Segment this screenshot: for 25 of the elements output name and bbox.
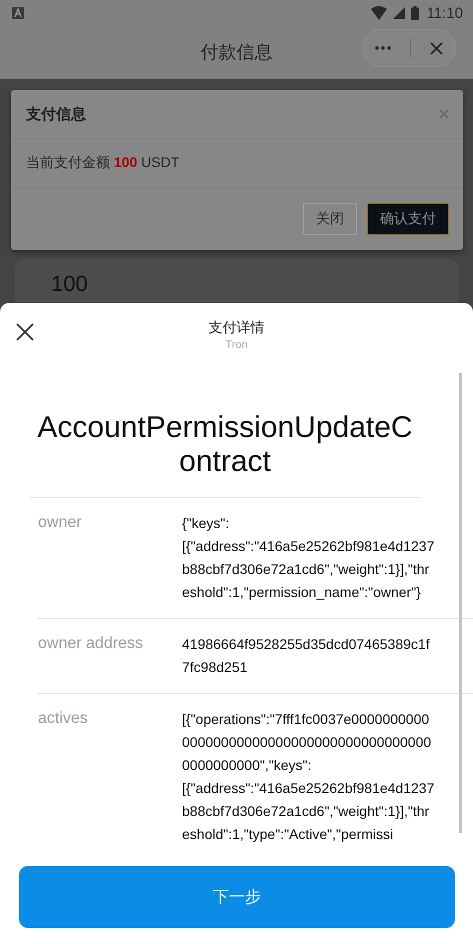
signal-icon	[392, 7, 405, 19]
sheet-title: 支付详情	[208, 319, 264, 337]
notification-icon	[12, 7, 24, 19]
network-label: Tron	[225, 339, 248, 351]
cancel-button[interactable]: 关闭	[303, 203, 357, 235]
close-icon	[430, 42, 444, 54]
scrollbar[interactable]	[459, 373, 462, 833]
confirm-button[interactable]: 确认支付	[367, 203, 449, 235]
close-button[interactable]	[14, 321, 36, 343]
field-label: owner	[38, 513, 83, 533]
field-value: 41986664f9528255d35dcd07465389c1f7fc98d251	[182, 635, 431, 677]
dialog-title: 支付信息	[26, 104, 86, 124]
field-value: {"keys":[{"address":"416a5e25262bf981e4d1237b88cbf7d306e72a1cd6","weight":1}],"threshold":1,"permission_name":"owner"}	[182, 514, 435, 602]
more-icon	[374, 46, 391, 50]
status-time: 11:10	[426, 4, 463, 22]
wifi-icon	[370, 6, 387, 20]
field-label: actives	[38, 709, 89, 729]
amount-text: 100	[51, 271, 88, 296]
battery-icon	[410, 6, 419, 20]
payment-amount-text: 当前支付金额 100 USDT	[26, 154, 180, 172]
next-button[interactable]: 下一步	[19, 866, 455, 928]
page-title: 付款信息	[200, 41, 272, 64]
field-value: [{"operations":"7fff1fc0037e0000000000000000000000000000000000000000000000000000","keys":[{"address":"416a5e25262bf981e4d1237b88cbf7d306e72a1cd6","weight":1}],"threshold":1,"type":"Active","permissi	[182, 710, 435, 844]
contract-name: AccountPermissionUpdateContract	[30, 411, 420, 498]
field-label: owner address	[38, 634, 144, 654]
